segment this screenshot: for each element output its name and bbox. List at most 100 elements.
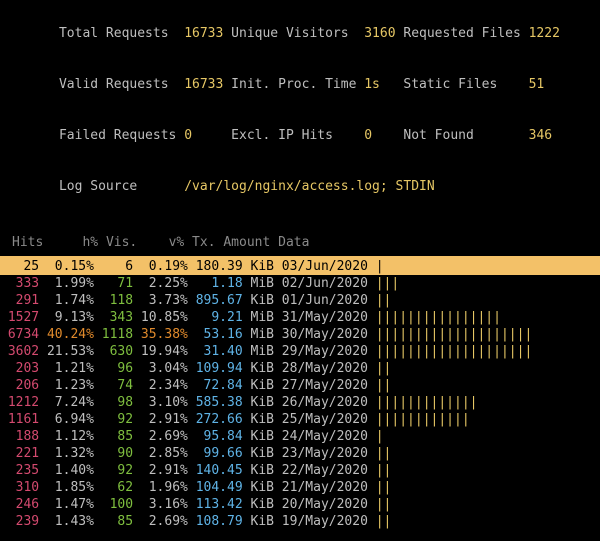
cell-bar: |||||||||||| [368,412,470,427]
cell-vpct: 0.19% [133,259,188,274]
cell-hits: 188 [0,429,39,444]
table-row[interactable]: 291 1.74% 118 3.73% 895.67 KiB 01/Jun/20… [0,292,600,309]
cell-hits: 1161 [0,412,39,427]
cell-vis: 62 [94,480,133,495]
unique-visitors-label: Unique Visitors [231,26,348,41]
cell-hits: 221 [0,446,39,461]
cell-amount: 140.45 [188,463,243,478]
init-proc-time-label: Init. Proc. Time [231,77,356,92]
cell-unit: KiB [243,446,274,461]
cell-vis: 118 [94,293,133,308]
cell-amount: 108.79 [188,514,243,529]
cell-unit: MiB [243,276,274,291]
table-row[interactable]: 25 0.15% 6 0.19% 180.39 KiB 03/Jun/2020 … [0,258,600,275]
cell-bar: || [368,514,391,529]
col-tx: Tx. [192,235,215,250]
table-row[interactable]: 221 1.32% 90 2.85% 99.66 KiB 23/May/2020… [0,445,600,462]
table-row[interactable]: 235 1.40% 92 2.91% 140.45 KiB 22/May/202… [0,462,600,479]
cell-date: 22/May/2020 [274,463,368,478]
cell-amount: 104.49 [188,480,243,495]
failed-requests-value: 0 [184,128,192,143]
cell-amount: 9.21 [188,310,243,325]
cell-unit: KiB [243,480,274,495]
cell-amount: 585.38 [188,395,243,410]
table-row[interactable]: 1527 9.13% 343 10.85% 9.21 MiB 31/May/20… [0,309,600,326]
cell-vpct: 3.16% [133,497,188,512]
cell-vis: 630 [94,344,133,359]
static-files-label: Static Files [403,77,497,92]
cell-amount: 99.66 [188,446,243,461]
failed-requests-label: Failed Requests [59,128,176,143]
cell-date: 27/May/2020 [274,378,368,393]
table-row[interactable]: 333 1.99% 71 2.25% 1.18 MiB 02/Jun/2020 … [0,275,600,292]
excl-ip-hits-label: Excl. IP Hits [231,128,333,143]
cell-date: 19/May/2020 [274,514,368,529]
cell-amount: 272.66 [188,412,243,427]
cell-hpct: 1.40% [39,463,94,478]
cell-date: 02/Jun/2020 [274,276,368,291]
col-vpct: v% [169,235,185,250]
cell-hpct: 1.12% [39,429,94,444]
table-row[interactable]: 203 1.21% 96 3.04% 109.94 KiB 28/May/202… [0,360,600,377]
cell-vpct: 2.69% [133,514,188,529]
cell-vpct: 2.34% [133,378,188,393]
cell-hits: 246 [0,497,39,512]
cell-amount: 180.39 [188,259,243,274]
cell-vpct: 3.04% [133,361,188,376]
cell-hits: 25 [0,259,39,274]
cell-hpct: 1.43% [39,514,94,529]
cell-unit: MiB [243,310,274,325]
cell-bar: | [368,259,384,274]
cell-date: 26/May/2020 [274,395,368,410]
table-row[interactable]: 188 1.12% 85 2.69% 95.84 KiB 24/May/2020… [0,428,600,445]
cell-hpct: 1.99% [39,276,94,291]
cell-bar: || [368,497,391,512]
cell-unit: KiB [243,412,274,427]
valid-requests-label: Valid Requests [59,77,169,92]
cell-vis: 92 [94,463,133,478]
cell-bar: || [368,378,391,393]
cell-hpct: 40.24% [39,327,94,342]
table-row[interactable]: 1161 6.94% 92 2.91% 272.66 KiB 25/May/20… [0,411,600,428]
table-row[interactable]: 6734 40.24% 1118 35.38% 53.16 MiB 30/May… [0,326,600,343]
cell-hits: 6734 [0,327,39,342]
cell-vpct: 1.96% [133,480,188,495]
cell-amount: 95.84 [188,429,243,444]
cell-date: 25/May/2020 [274,412,368,427]
cell-unit: KiB [243,378,274,393]
table-row[interactable]: 239 1.43% 85 2.69% 108.79 KiB 19/May/202… [0,513,600,530]
table-row[interactable]: 246 1.47% 100 3.16% 113.42 KiB 20/May/20… [0,496,600,513]
cell-bar: || [368,361,391,376]
table-row[interactable]: 1212 7.24% 98 3.10% 585.38 KiB 26/May/20… [0,394,600,411]
cell-hpct: 1.47% [39,497,94,512]
cell-bar: || [368,446,391,461]
cell-vis: 90 [94,446,133,461]
cell-date: 03/Jun/2020 [274,259,368,274]
log-source-value: /var/log/nginx/access.log; STDIN [184,179,434,194]
cell-bar: |||||||||||||||| [368,310,501,325]
cell-bar: ||||||||||||| [368,395,478,410]
cell-vis: 96 [94,361,133,376]
total-requests-value: 16733 [184,26,223,41]
cell-bar: |||||||||||||||||||| [368,344,532,359]
cell-date: 30/May/2020 [274,327,368,342]
summary-header: Total Requests 16733 Unique Visitors 316… [12,8,600,212]
cell-vpct: 10.85% [133,310,188,325]
cell-date: 01/Jun/2020 [274,293,368,308]
cell-date: 21/May/2020 [274,480,368,495]
column-headers: Hits h% Vis. v% Tx. Amount Data [12,234,600,251]
col-data: Data [278,235,309,250]
cell-hits: 1212 [0,395,39,410]
table-row[interactable]: 3602 21.53% 630 19.94% 31.40 MiB 29/May/… [0,343,600,360]
cell-hpct: 1.32% [39,446,94,461]
cell-hpct: 1.21% [39,361,94,376]
total-requests-label: Total Requests [59,26,169,41]
excl-ip-hits-value: 0 [364,128,372,143]
table-row[interactable]: 310 1.85% 62 1.96% 104.49 KiB 21/May/202… [0,479,600,496]
cell-vpct: 3.10% [133,395,188,410]
cell-hpct: 0.15% [39,259,94,274]
cell-hits: 1527 [0,310,39,325]
cell-amount: 895.67 [188,293,243,308]
table-row[interactable]: 206 1.23% 74 2.34% 72.84 KiB 27/May/2020… [0,377,600,394]
cell-bar: ||| [368,276,399,291]
